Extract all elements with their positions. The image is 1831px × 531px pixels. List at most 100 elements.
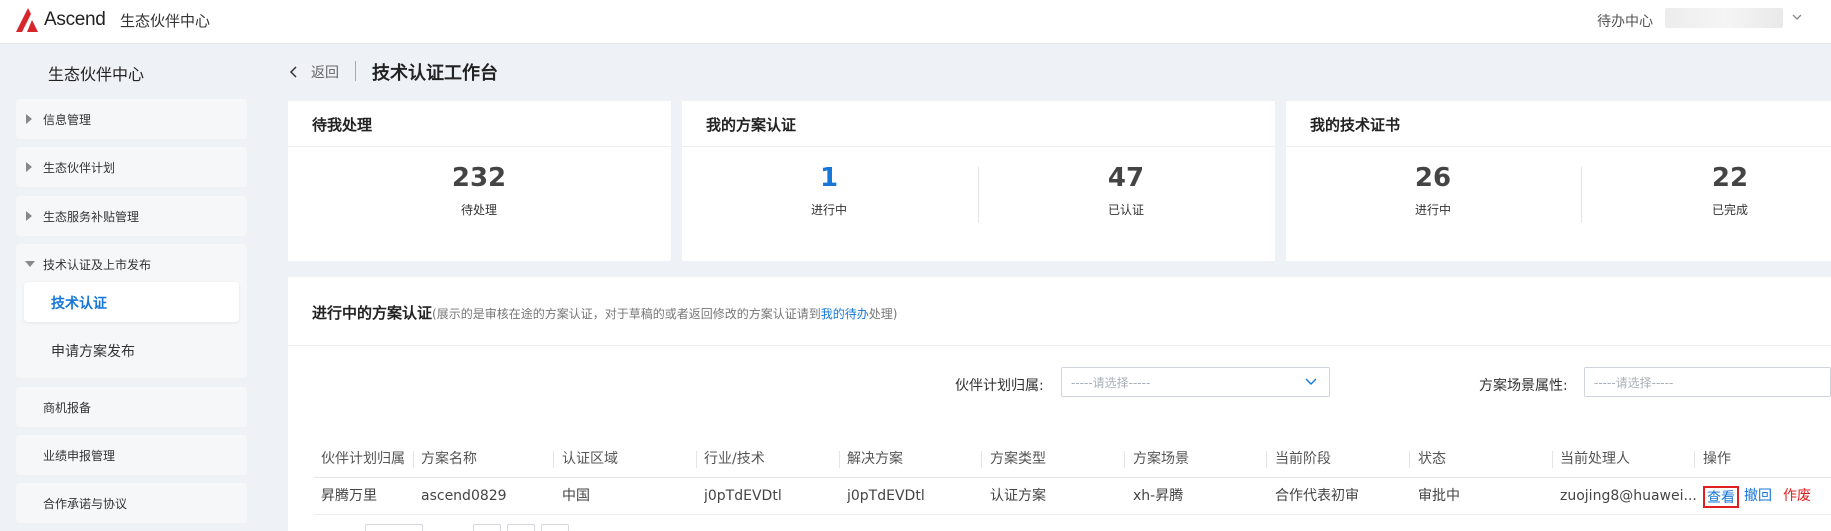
pagination-size-select[interactable]	[365, 524, 423, 531]
sidebar-item-agreements[interactable]: 合作承诺与协议	[16, 483, 247, 523]
cert-table: 伙伴计划归属 方案名称 认证区域 行业/技术 解决方案 方案类型 方案场景 当前…	[314, 441, 1831, 515]
sidebar-item-opportunity-report[interactable]: 商机报备	[16, 387, 247, 427]
select-placeholder: -----请选择-----	[1594, 376, 1674, 390]
stat-value: 1	[819, 163, 839, 193]
my-todo-link[interactable]: 我的待办	[821, 307, 869, 321]
card-header: 待我处理	[288, 101, 671, 147]
scenario-select[interactable]: -----请选择-----	[1584, 367, 1831, 397]
chevron-down-icon	[1305, 378, 1317, 385]
cell-cert-region: 中国	[562, 488, 590, 504]
ascend-logo-icon	[16, 8, 38, 32]
column-separator	[839, 451, 840, 468]
caret-right-icon	[26, 114, 32, 124]
stat-certified[interactable]: 47 已认证	[1046, 161, 1206, 218]
card-title: 待我处理	[312, 116, 373, 134]
chevron-left-icon[interactable]	[289, 65, 299, 79]
todo-center-link[interactable]: 待办中心	[1597, 11, 1653, 31]
logo[interactable]: Ascend	[14, 6, 106, 34]
back-link[interactable]: 返回	[311, 62, 339, 82]
column-separator	[1552, 451, 1553, 468]
select-placeholder: -----请选择-----	[1071, 376, 1151, 390]
stat-value: 22	[1711, 163, 1749, 193]
panel-note-suffix: 处理)	[868, 307, 898, 321]
stat-divider	[1581, 167, 1582, 223]
panel-title: 进行中的方案认证(展示的是审核在途的方案认证，对于草稿的或者返回修改的方案认证请…	[312, 302, 897, 323]
logo-text: Ascend	[44, 9, 106, 30]
sidebar-item-tech-cert-release[interactable]: 技术认证及上市发布	[16, 244, 247, 284]
sidebar-subitem-tech-cert[interactable]: 技术认证	[24, 282, 239, 322]
column-header: 当前处理人	[1560, 451, 1630, 467]
column-header: 方案类型	[990, 451, 1046, 467]
sidebar-item-service-subsidy[interactable]: 生态服务补贴管理	[16, 196, 247, 236]
card-my-solution-cert: 我的方案认证 1 进行中 47 已认证	[682, 101, 1275, 261]
sidebar-group-tech-cert: 技术认证及上市发布 技术认证 申请方案发布	[16, 244, 247, 378]
card-title: 我的技术证书	[1310, 116, 1401, 134]
panel-note-prefix: (展示的是审核在途的方案认证，对于草稿的或者返回修改的方案认证请到	[432, 307, 821, 321]
cell-current-stage: 合作代表初审	[1275, 488, 1359, 504]
sidebar-item-label: 业绩申报管理	[43, 449, 116, 463]
sidebar-item-label: 技术认证及上市发布	[43, 258, 152, 272]
stat-label: 已认证	[1107, 203, 1144, 217]
panel-header: 进行中的方案认证(展示的是审核在途的方案认证，对于草稿的或者返回修改的方案认证请…	[288, 277, 1831, 346]
card-my-tech-certificates: 我的技术证书 26 进行中 22 已完成	[1286, 101, 1831, 261]
sidebar-item-label: 生态服务补贴管理	[43, 210, 140, 224]
panel-note: (展示的是审核在途的方案认证，对于草稿的或者返回修改的方案认证请到我的待办处理)	[432, 307, 897, 321]
column-header: 当前阶段	[1275, 451, 1331, 467]
app-name: 生态伙伴中心	[120, 12, 211, 30]
sidebar-item-label: 生态伙伴计划	[43, 161, 116, 175]
sidebar-subitem-label: 技术认证	[51, 296, 107, 312]
sidebar-subitem-label: 申请方案发布	[51, 344, 135, 360]
column-header: 解决方案	[847, 451, 903, 467]
caret-down-icon	[25, 261, 35, 267]
card-header: 我的技术证书	[1286, 101, 1831, 147]
column-separator	[696, 451, 697, 468]
sidebar-item-info-management[interactable]: 信息管理	[16, 99, 247, 139]
page-title: 技术认证工作台	[372, 63, 498, 84]
pagination-button[interactable]	[473, 524, 501, 531]
stat-in-progress[interactable]: 1 进行中	[749, 161, 909, 218]
pagination-button[interactable]	[541, 524, 569, 531]
column-header: 方案名称	[421, 451, 477, 467]
panel-title-text: 进行中的方案认证	[312, 304, 433, 322]
filter-label-scenario: 方案场景属性:	[1479, 378, 1568, 394]
column-separator	[981, 451, 982, 468]
column-header: 操作	[1703, 451, 1731, 467]
pagination-button[interactable]	[507, 524, 535, 531]
stat-label: 进行中	[810, 203, 847, 217]
stat-divider	[978, 167, 979, 223]
breadcrumb-divider	[355, 61, 356, 81]
table-header: 伙伴计划归属 方案名称 认证区域 行业/技术 解决方案 方案类型 方案场景 当前…	[314, 441, 1831, 478]
card-title: 我的方案认证	[706, 116, 797, 134]
card-header: 我的方案认证	[682, 101, 1275, 147]
stat-cert-completed[interactable]: 22 已完成	[1650, 161, 1810, 218]
stat-value: 26	[1414, 163, 1452, 193]
caret-right-icon	[26, 162, 32, 172]
cell-partner-program: 昇腾万里	[321, 488, 377, 504]
stat-value: 232	[451, 163, 507, 193]
top-header: Ascend 生态伙伴中心 待办中心	[0, 0, 1831, 44]
cell-current-handler: zuojing8@huawei....	[1560, 488, 1696, 504]
sidebar-item-label: 合作承诺与协议	[43, 497, 128, 511]
column-header: 伙伴计划归属	[321, 451, 405, 467]
sidebar-subitem-apply-release[interactable]: 申请方案发布	[24, 330, 239, 370]
sidebar-item-performance[interactable]: 业绩申报管理	[16, 435, 247, 475]
view-button[interactable]: 查看	[1703, 486, 1739, 508]
withdraw-button[interactable]: 撤回	[1744, 478, 1772, 515]
void-button[interactable]: 作废	[1783, 478, 1811, 515]
sidebar-item-partner-program[interactable]: 生态伙伴计划	[16, 147, 247, 187]
cell-industry-tech: j0pTdEVDtl	[704, 488, 782, 504]
chevron-down-icon[interactable]	[1791, 12, 1803, 22]
cell-solution-name: ascend0829	[421, 488, 507, 504]
stat-label: 待处理	[460, 203, 497, 217]
stat-label: 已完成	[1711, 203, 1748, 217]
column-separator	[413, 451, 414, 468]
stat-cert-in-progress[interactable]: 26 进行中	[1353, 161, 1513, 218]
filter-label-partner-program: 伙伴计划归属:	[955, 378, 1044, 394]
table-row: 昇腾万里 ascend0829 中国 j0pTdEVDtl j0pTdEVDtl…	[314, 478, 1831, 515]
user-name-blurred[interactable]	[1665, 8, 1783, 28]
card-pending: 待我处理 232 待处理	[288, 101, 671, 261]
partner-program-select[interactable]: -----请选择-----	[1061, 367, 1330, 397]
caret-right-icon	[26, 211, 32, 221]
column-separator	[1409, 451, 1410, 468]
stat-pending[interactable]: 232 待处理	[399, 161, 559, 218]
